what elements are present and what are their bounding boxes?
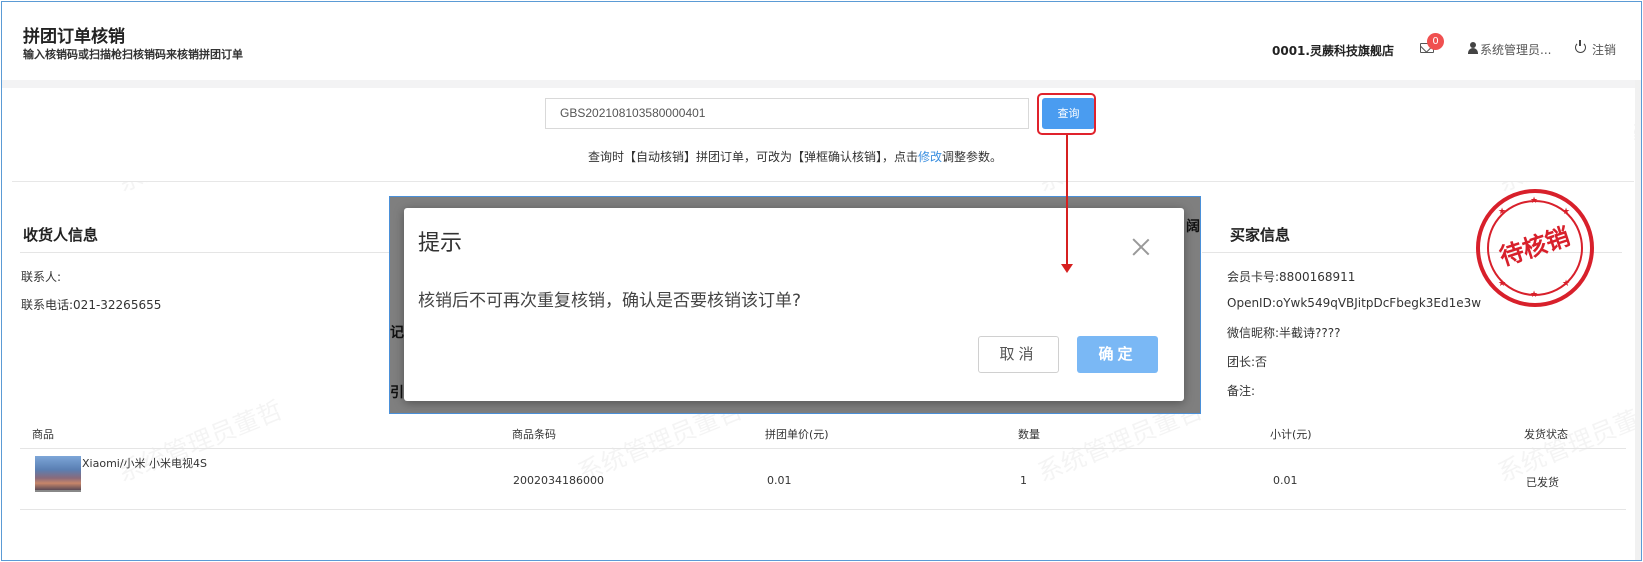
modify-link[interactable]: 修改	[918, 150, 942, 164]
close-icon[interactable]	[1132, 238, 1150, 256]
buyer-openid: OpenID:oYwk549qVBJitpDcFbegk3Ed1e3w	[1227, 296, 1482, 310]
obscured-text: 记	[390, 325, 404, 341]
search-hint: 查询时【自动核销】拼团订单，可改为【弹框确认核销】，点击修改调整参数。	[588, 148, 1002, 165]
col-header-status: 发货状态	[1524, 428, 1568, 441]
section-divider	[20, 252, 390, 253]
col-header-product: 商品	[32, 428, 54, 441]
watermark: 系统管理员董哲	[112, 391, 288, 490]
receiver-title: 收货人信息	[23, 226, 99, 244]
buyer-member-card: 会员卡号:8800168911	[1227, 270, 1356, 284]
col-header-price: 拼团单价(元)	[765, 428, 829, 441]
buyer-title: 买家信息	[1230, 226, 1291, 244]
col-header-subtotal: 小计(元)	[1270, 428, 1312, 441]
stamp-star: ★	[1498, 279, 1507, 289]
product-qty: 1	[1020, 474, 1027, 487]
vertical-scrollbar[interactable]	[1635, 80, 1641, 560]
dialog-title: 提示	[418, 231, 463, 256]
product-price: 0.01	[767, 474, 792, 487]
annotation-arrow-head	[1061, 264, 1073, 273]
stamp-star: ★	[1530, 196, 1539, 206]
page-subtitle: 输入核销码或扫描枪扫核销码来核销拼团订单	[23, 48, 243, 61]
buyer-nickname: 微信昵称:半截诗????	[1227, 326, 1341, 340]
verify-code-input[interactable]: GBS202108103580000401	[545, 98, 1029, 129]
product-subtotal: 0.01	[1273, 474, 1298, 487]
app-window: 系统管理员董哲 系统管理员董哲 系统管理员董哲 系统管理员董哲 系统管理员董哲 …	[1, 1, 1642, 561]
hint-text: 查询时【自动核销】拼团订单，可改为【弹框确认核销】，点击	[588, 150, 919, 164]
table-header-divider	[20, 448, 1626, 449]
store-name: 0001.灵蕨科技旗舰店	[1272, 44, 1394, 58]
table-bottom-divider	[20, 509, 1626, 510]
power-icon[interactable]	[1575, 40, 1586, 53]
stamp-star: ★	[1562, 279, 1571, 289]
buyer-remark: 备注:	[1227, 384, 1256, 398]
stamp-star: ★	[1530, 290, 1539, 300]
page-header: 拼团订单核销 输入核销码或扫描枪扫核销码来核销拼团订单 0001.灵蕨科技旗舰店…	[2, 2, 1641, 80]
col-header-qty: 数量	[1018, 428, 1040, 441]
product-name: Xiaomi/小米 小米电视4S	[82, 457, 208, 470]
user-menu[interactable]: 系统管理员...	[1480, 41, 1551, 58]
pending-verification-stamp: ★ ★ ★ ★ ★ ★ 待核销	[1476, 189, 1594, 307]
receiver-contact: 联系人:	[21, 270, 62, 284]
obscured-text: 阔	[1186, 219, 1200, 235]
user-icon	[1468, 42, 1478, 54]
page-title: 拼团订单核销	[23, 27, 125, 47]
confirm-button[interactable]: 确定	[1077, 336, 1158, 373]
hint-text-end: 调整参数。	[942, 150, 1003, 164]
product-barcode: 2002034186000	[513, 474, 604, 487]
dialog-message: 核销后不可再次重复核销，确认是否要核销该订单?	[418, 291, 802, 311]
col-header-barcode: 商品条码	[512, 428, 556, 441]
cancel-button[interactable]: 取消	[978, 336, 1059, 373]
product-thumbnail	[35, 456, 81, 492]
mail-count-badge: 0	[1427, 33, 1444, 50]
product-status: 已发货	[1526, 476, 1559, 489]
annotation-arrow-line	[1066, 135, 1068, 264]
obscured-text: 引	[390, 385, 404, 401]
query-button-highlight	[1037, 93, 1096, 135]
logout-link[interactable]: 注销	[1592, 41, 1616, 58]
buyer-leader: 团长:否	[1227, 355, 1268, 369]
stamp-star: ★	[1498, 207, 1507, 217]
receiver-phone: 联系电话:021-32265655	[21, 298, 162, 312]
header-divider	[2, 80, 1641, 88]
